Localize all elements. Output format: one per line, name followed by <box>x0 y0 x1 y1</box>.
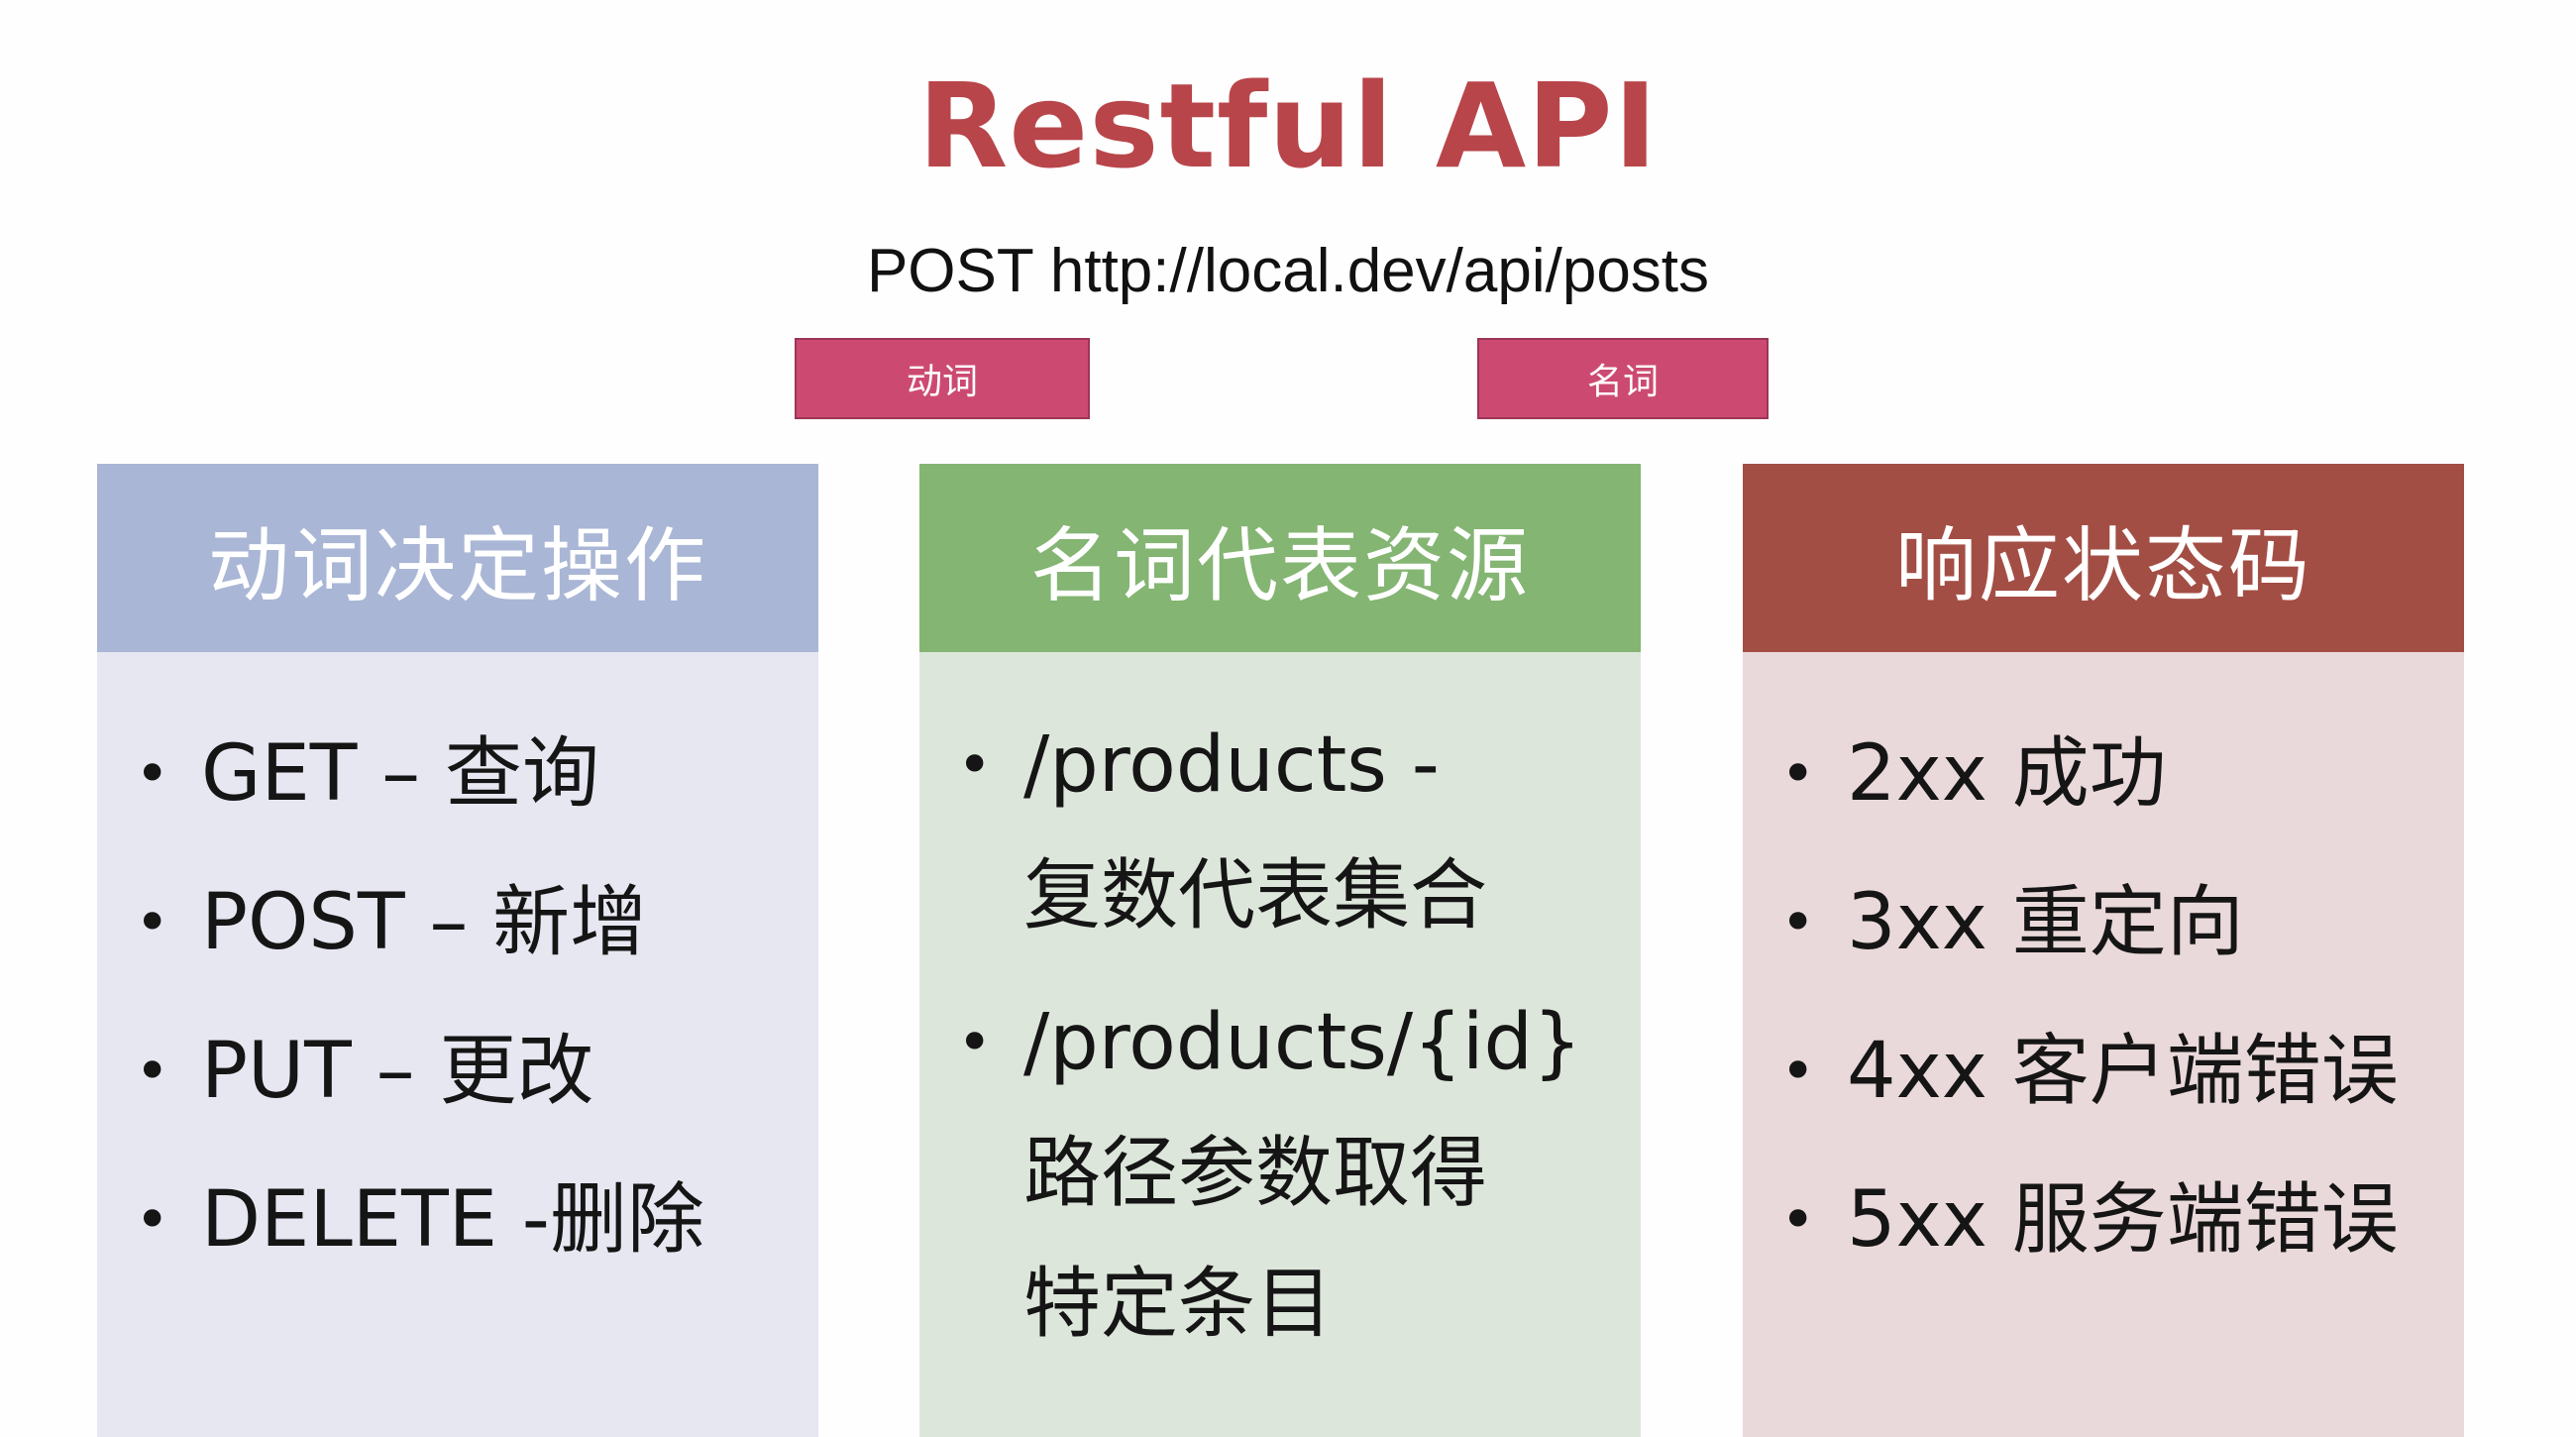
panel-list: • /products - 复数代表集合 • /products/{id} 路径… <box>919 700 1641 1385</box>
panel-header: 名词代表资源 <box>919 464 1641 652</box>
bullet-icon: • <box>1780 1185 1816 1255</box>
panel-list: • GET – 查询 • POST – 新增 • PUT – 更改 • DELETE -… <box>97 700 818 1294</box>
panel-list: • 2xx 成功 • 3xx 重定向 • 4xx 客户端错误 • 5xx 服务端错误 <box>1743 700 2464 1294</box>
list-item: • 5xx 服务端错误 <box>1743 1146 2464 1294</box>
list-item: • 4xx 客户端错误 <box>1743 997 2464 1146</box>
list-item: • /products/{id} 路径参数取得 特定条目 <box>919 977 1641 1370</box>
panel-verbs: 动词决定操作 • GET – 查询 • POST – 新增 • PUT – 更改 • D… <box>97 464 818 1437</box>
list-item: • 3xx 重定向 <box>1743 848 2464 997</box>
bullet-icon: • <box>135 1185 170 1255</box>
list-item: • POST – 新增 <box>97 848 818 997</box>
panel-header: 响应状态码 <box>1743 464 2464 652</box>
bullet-icon: • <box>135 739 170 809</box>
bullet-icon: • <box>1780 888 1816 957</box>
bullet-icon: • <box>957 730 993 800</box>
request-line: POST http://local.dev/api/posts <box>866 237 1710 305</box>
list-item: • /products - 复数代表集合 <box>919 700 1641 961</box>
bullet-icon: • <box>957 1008 993 1077</box>
list-item: • GET – 查询 <box>97 700 818 848</box>
noun-tag: 名词 <box>1477 338 1769 419</box>
bullet-icon: • <box>135 1037 170 1106</box>
panel-nouns: 名词代表资源 • /products - 复数代表集合 • /products/… <box>919 464 1641 1437</box>
list-item: • 2xx 成功 <box>1743 700 2464 848</box>
slide: Restful API POST http://local.dev/api/po… <box>0 0 2576 1437</box>
bullet-icon: • <box>135 888 170 957</box>
bullet-icon: • <box>1780 1037 1816 1106</box>
panel-header: 动词决定操作 <box>97 464 818 652</box>
verb-tag: 动词 <box>795 338 1090 419</box>
slide-title: Restful API <box>917 57 1659 194</box>
bullet-icon: • <box>1780 739 1816 809</box>
list-item: • DELETE -删除 <box>97 1146 818 1294</box>
panel-status-codes: 响应状态码 • 2xx 成功 • 3xx 重定向 • 4xx 客户端错误 • 5xx 服… <box>1743 464 2464 1437</box>
list-item: • PUT – 更改 <box>97 997 818 1146</box>
